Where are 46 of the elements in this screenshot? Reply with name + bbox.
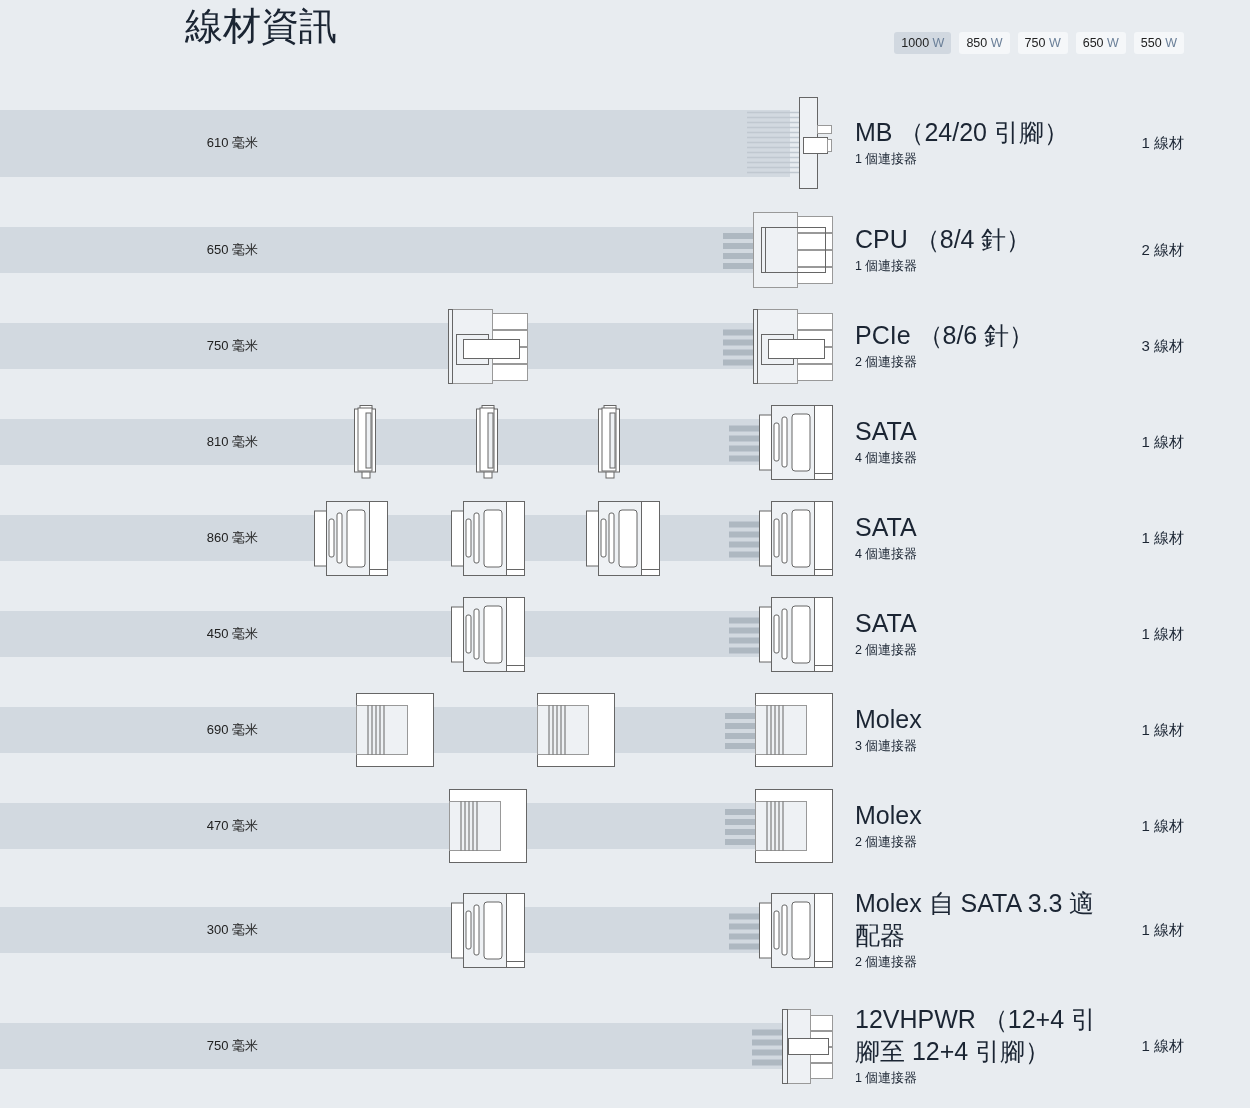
page-title: 線材資訊	[185, 6, 337, 48]
cable-quantity: 1 線材	[1141, 919, 1184, 940]
cable-length: 690 毫米	[206, 721, 258, 740]
connector-count: 2 個連接器	[855, 834, 919, 852]
cable-quantity: 1 線材	[1141, 623, 1184, 644]
connector-count: 1 個連接器	[855, 151, 919, 169]
cable-quantity: 1 線材	[1141, 132, 1184, 153]
connector-count: 3 個連接器	[855, 738, 919, 756]
cable-name: Molex 自 SATA 3.3 適配器	[855, 888, 1096, 951]
cable-quantity: 2 線材	[1141, 239, 1184, 260]
wattage-tab[interactable]: 1000 W	[894, 32, 952, 55]
cable-quantity: 1 線材	[1141, 431, 1184, 452]
connector-count: 2 個連接器	[855, 354, 919, 372]
connector-count: 2 個連接器	[855, 642, 919, 660]
cable-length: 860 毫米	[206, 529, 258, 548]
cable-name: CPU （8/4 針）	[855, 224, 1033, 255]
connector-count: 1 個連接器	[855, 1069, 919, 1087]
cable-name: PCIe （8/6 針）	[855, 320, 1036, 351]
cable-name: 12VHPWR （12+4 引腳至 12+4 引腳）	[855, 1004, 1098, 1067]
wattage-tab[interactable]: 550 W	[1133, 32, 1184, 55]
connector-count: 2 個連接器	[855, 953, 919, 971]
cable-length: 750 毫米	[206, 1037, 258, 1056]
cable-name: SATA	[855, 608, 918, 639]
cable-quantity: 3 線材	[1141, 335, 1184, 356]
cable-length: 450 毫米	[206, 625, 258, 644]
cable-name: SATA	[855, 416, 918, 447]
cable-length: 650 毫米	[206, 241, 258, 260]
cable-length: 750 毫米	[206, 337, 258, 356]
cable-length: 610 毫米	[206, 134, 258, 153]
cable-quantity: 1 線材	[1141, 719, 1184, 740]
connector-count: 4 個連接器	[855, 450, 919, 468]
connector-count: 1 個連接器	[855, 258, 919, 276]
wattage-tab[interactable]: 850 W	[959, 32, 1010, 55]
cable-quantity: 1 線材	[1141, 1035, 1184, 1056]
cable-name: Molex	[855, 800, 923, 831]
cable-quantity: 1 線材	[1141, 815, 1184, 836]
cable-name: MB （24/20 引腳）	[855, 117, 1070, 148]
cable-name: Molex	[855, 704, 923, 735]
cable-length: 470 毫米	[206, 817, 258, 836]
wattage-tab[interactable]: 650 W	[1075, 32, 1126, 55]
cable-quantity: 1 線材	[1141, 527, 1184, 548]
connector-count: 4 個連接器	[855, 546, 919, 564]
wattage-tab[interactable]: 750 W	[1017, 32, 1068, 55]
cable-length: 300 毫米	[206, 921, 258, 940]
cable-name: SATA	[855, 512, 918, 543]
cable-length: 810 毫米	[206, 433, 258, 452]
